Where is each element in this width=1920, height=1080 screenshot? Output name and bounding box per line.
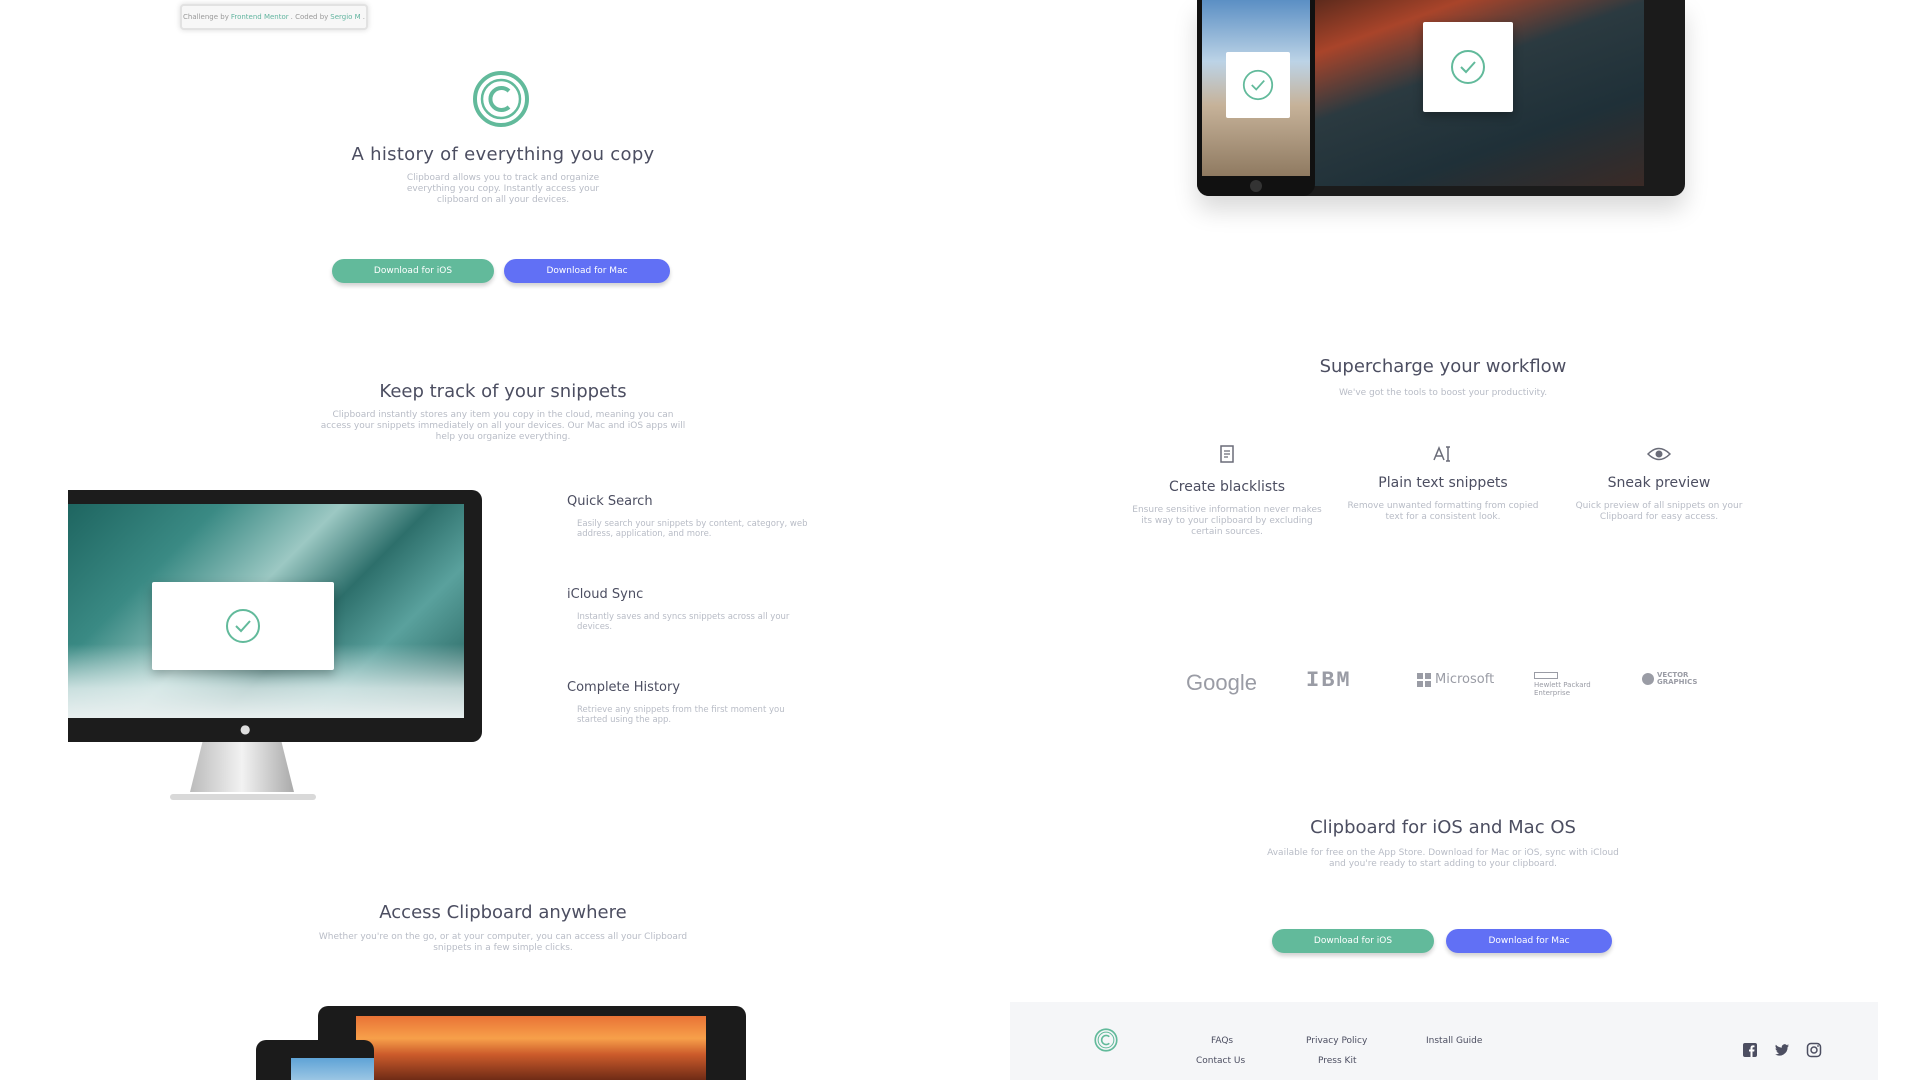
check-circle-icon (226, 609, 260, 643)
eye-icon (1561, 443, 1757, 465)
snippets-description: Clipboard instantly stores any item you … (320, 410, 686, 442)
attribution-prefix: Challenge by (183, 13, 229, 21)
workflow-item-desc: Ensure sensitive information never makes… (1132, 505, 1322, 537)
workflow-item-blacklists: Create blacklists Ensure sensitive infor… (1129, 443, 1325, 538)
snippets-title: Keep track of your snippets (379, 381, 627, 402)
feature-title: Quick Search (567, 494, 653, 509)
check-circle-icon (1451, 50, 1485, 84)
check-circle-icon (1242, 69, 1274, 101)
text-icon (1345, 443, 1541, 465)
imac-monitor: ● (68, 490, 482, 742)
access-description: Whether you're on the go, or at your com… (318, 932, 688, 953)
hero-title: A history of everything you copy (351, 144, 655, 165)
apple-logo-icon: ● (240, 722, 251, 736)
attribution-suffix: . (362, 13, 365, 21)
cta-download-mac-button[interactable]: Download for Mac (1446, 929, 1612, 953)
feature-title: iCloud Sync (567, 587, 644, 602)
hero-description: Clipboard allows you to track and organi… (406, 173, 600, 205)
hero-download-ios-button[interactable]: Download for iOS (332, 259, 494, 283)
vector-graphics-logo: VECTOR GRAPHICS (1642, 672, 1697, 686)
tablet-frame (1197, 0, 1315, 196)
feature-icloud-sync: iCloud Sync Instantly saves and syncs sn… (567, 587, 817, 632)
footer-link-press-kit[interactable]: Press Kit (1318, 1056, 1356, 1066)
frontend-mentor-link[interactable]: Frontend Mentor (231, 13, 289, 21)
workflow-item-title: Create blacklists (1169, 479, 1285, 495)
app-window-card (1423, 22, 1513, 112)
instagram-icon[interactable] (1806, 1042, 1822, 1058)
footer-link-faqs[interactable]: FAQs (1211, 1036, 1233, 1046)
cta-description: Available for free on the App Store. Dow… (1267, 848, 1619, 869)
attribution-badge: Challenge by Frontend Mentor . Coded by … (180, 4, 368, 30)
tablet-screen-image (291, 1058, 374, 1080)
microsoft-squares-icon (1417, 672, 1431, 687)
attribution-mid: . Coded by (290, 13, 329, 21)
laptop-device (318, 1006, 746, 1080)
feature-complete-history: Complete History Retrieve any snippets f… (567, 680, 817, 725)
microsoft-logo-text: Microsoft (1435, 672, 1495, 687)
devices-tablet-laptop (1197, 0, 1685, 196)
workflow-subtitle: We've got the tools to boost your produc… (1338, 388, 1548, 398)
laptop-screen-image (1312, 0, 1644, 186)
hewlett-packard-logo: Hewlett Packard Enterprise (1534, 672, 1591, 697)
workflow-item-title: Sneak preview (1607, 475, 1711, 491)
footer: FAQs Contact Us Privacy Policy Press Kit… (1010, 1002, 1878, 1080)
imac-stand (190, 742, 294, 792)
vg-logo-line2: GRAPHICS (1657, 678, 1698, 686)
hero-download-mac-button[interactable]: Download for Mac (504, 259, 670, 283)
author-link[interactable]: Sergio M (330, 13, 360, 21)
google-logo: Google (1186, 670, 1257, 695)
feature-desc: Retrieve any snippets from the first mom… (577, 705, 785, 725)
footer-link-contact[interactable]: Contact Us (1196, 1056, 1245, 1066)
microsoft-logo: Microsoft (1417, 672, 1494, 687)
cta-title: Clipboard for iOS and Mac OS (1310, 817, 1576, 838)
cta-download-ios-button[interactable]: Download for iOS (1272, 929, 1434, 953)
ibm-logo: IBM (1306, 668, 1352, 693)
facebook-icon[interactable] (1742, 1042, 1758, 1058)
imac-base (170, 794, 316, 800)
hp-logo-line1: Hewlett Packard (1534, 681, 1591, 689)
workflow-title: Supercharge your workflow (1319, 356, 1567, 377)
feature-quick-search: Quick Search Easily search your snippets… (567, 494, 817, 539)
workflow-item-desc: Quick preview of all snippets on your Cl… (1575, 501, 1743, 522)
tablet-screen-image (1202, 0, 1310, 176)
clipboard-logo-icon (473, 71, 529, 127)
workflow-item-title: Plain text snippets (1378, 475, 1508, 491)
hp-logo-line2: Enterprise (1534, 689, 1571, 697)
workflow-item-plain-text: Plain text snippets Remove unwanted form… (1345, 443, 1541, 523)
footer-link-install-guide[interactable]: Install Guide (1426, 1036, 1482, 1046)
tablet-home-button (1250, 180, 1262, 192)
app-window-card (152, 582, 334, 670)
workflow-item-sneak-preview: Sneak preview Quick preview of all snipp… (1561, 443, 1757, 523)
feature-desc: Instantly saves and syncs snippets acros… (577, 612, 790, 632)
twitter-icon[interactable] (1774, 1042, 1790, 1058)
app-window-card (1226, 52, 1290, 118)
sunset-screen-image (356, 1016, 706, 1080)
access-title: Access Clipboard anywhere (379, 902, 627, 923)
feature-title: Complete History (567, 680, 681, 695)
blacklist-icon (1129, 443, 1325, 465)
footer-logo-icon[interactable] (1094, 1028, 1118, 1052)
ocean-screen-image (68, 504, 464, 718)
vector-graphics-icon (1642, 673, 1654, 685)
tablet-device (256, 1040, 374, 1080)
feature-desc: Easily search your snippets by content, … (577, 519, 808, 539)
footer-link-privacy[interactable]: Privacy Policy (1306, 1036, 1367, 1046)
workflow-item-desc: Remove unwanted formatting from copied t… (1347, 501, 1539, 522)
